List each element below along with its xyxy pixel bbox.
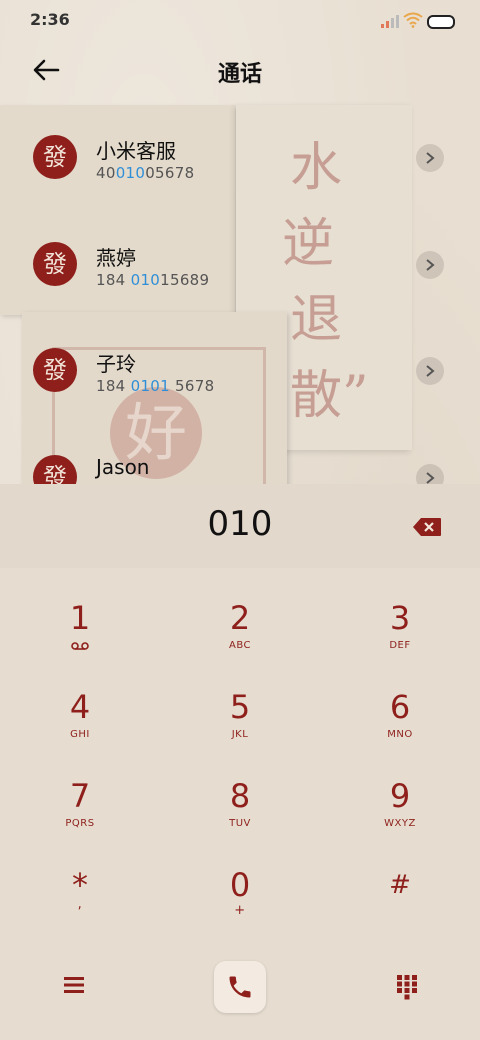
key-4[interactable]: 4 GHI bbox=[20, 687, 140, 757]
contact-number: 4001005678 bbox=[96, 164, 194, 182]
contact-name: 小米客服 bbox=[96, 139, 176, 163]
number-prefix: 184 bbox=[96, 377, 131, 395]
contact-row[interactable]: 發 小米客服 4001005678 bbox=[0, 107, 480, 207]
contact-detail-button[interactable] bbox=[416, 357, 444, 385]
number-match: 0101 bbox=[130, 377, 170, 395]
key-digit: 8 bbox=[229, 777, 251, 815]
dialpad-icon[interactable] bbox=[396, 974, 418, 1000]
contact-name: Jason bbox=[96, 455, 150, 479]
key-2[interactable]: 2 ABC bbox=[180, 598, 300, 668]
key-letters: TUV bbox=[229, 818, 251, 829]
contact-detail-button[interactable] bbox=[416, 464, 444, 484]
number-suffix: 5678 bbox=[169, 377, 215, 395]
key-digit: 4 bbox=[69, 688, 91, 726]
menu-icon[interactable] bbox=[62, 974, 86, 996]
key-digit: 5 bbox=[229, 688, 251, 726]
phone-icon bbox=[229, 976, 251, 998]
status-time: 2:36 bbox=[30, 10, 70, 29]
key-letters: ABC bbox=[228, 640, 251, 651]
wifi-icon bbox=[403, 12, 423, 28]
key-3[interactable]: 3 DEF bbox=[340, 598, 460, 668]
contact-row[interactable]: 發 子玲 184 0101 5678 bbox=[0, 320, 480, 420]
battery-icon bbox=[427, 15, 455, 29]
key-letters: MNO bbox=[387, 729, 413, 740]
key-7[interactable]: 7 PQRS bbox=[20, 776, 140, 846]
key-letters: GHI bbox=[70, 729, 90, 740]
backspace-icon[interactable] bbox=[412, 517, 442, 537]
chevron-right-icon bbox=[426, 152, 435, 164]
avatar: 發 bbox=[33, 135, 77, 179]
key-digit: 9 bbox=[389, 777, 411, 815]
voicemail-icon bbox=[71, 642, 89, 650]
key-digit: 6 bbox=[389, 688, 411, 726]
number-suffix: 05678 bbox=[145, 164, 195, 182]
chevron-right-icon bbox=[426, 365, 435, 377]
key-digit: 0 bbox=[229, 866, 251, 904]
chevron-right-icon bbox=[426, 472, 435, 484]
key-letters: DEF bbox=[389, 640, 411, 651]
contact-name: 子玲 bbox=[96, 352, 136, 376]
key-digit: 3 bbox=[389, 599, 411, 637]
key-9[interactable]: 9 WXYZ bbox=[340, 776, 460, 846]
number-prefix: 184 bbox=[96, 271, 131, 289]
key-digit: 7 bbox=[69, 777, 91, 815]
avatar: 發 bbox=[33, 455, 77, 484]
number-match: 010 bbox=[115, 164, 146, 182]
dialer-panel bbox=[0, 484, 480, 1040]
contact-row[interactable]: 發 Jason bbox=[0, 427, 480, 484]
key-hash[interactable]: # bbox=[340, 865, 460, 935]
key-digit: # bbox=[389, 870, 411, 900]
key-letters: + bbox=[234, 903, 246, 918]
key-star[interactable]: * , bbox=[20, 865, 140, 935]
contact-name: 燕婷 bbox=[96, 246, 136, 270]
key-5[interactable]: 5 JKL bbox=[180, 687, 300, 757]
key-letters: , bbox=[77, 897, 83, 912]
chevron-right-icon bbox=[426, 259, 435, 271]
contact-detail-button[interactable] bbox=[416, 251, 444, 279]
page-title: 通话 bbox=[217, 62, 262, 87]
number-prefix: 40 bbox=[96, 164, 116, 182]
status-bar: 2:36 bbox=[0, 0, 480, 42]
key-letters: JKL bbox=[231, 729, 249, 740]
key-8[interactable]: 8 TUV bbox=[180, 776, 300, 846]
key-6[interactable]: 6 MNO bbox=[340, 687, 460, 757]
key-1[interactable]: 1 bbox=[20, 598, 140, 668]
contact-number: 184 0101 5678 bbox=[96, 377, 214, 395]
key-digit: 2 bbox=[229, 599, 251, 637]
contact-detail-button[interactable] bbox=[416, 144, 444, 172]
signal-icon bbox=[381, 15, 399, 28]
contact-number: 184 01015689 bbox=[96, 271, 209, 289]
key-letters: WXYZ bbox=[384, 818, 416, 829]
avatar: 發 bbox=[33, 348, 77, 392]
call-button[interactable] bbox=[214, 961, 266, 1013]
key-digit: 1 bbox=[69, 599, 91, 637]
number-suffix: 15689 bbox=[160, 271, 210, 289]
number-match: 010 bbox=[130, 271, 161, 289]
key-0[interactable]: 0 + bbox=[180, 865, 300, 935]
dial-entry[interactable]: 010 bbox=[0, 504, 480, 544]
key-letters: PQRS bbox=[65, 818, 95, 829]
avatar: 發 bbox=[33, 242, 77, 286]
contact-row[interactable]: 發 燕婷 184 01015689 bbox=[0, 214, 480, 314]
